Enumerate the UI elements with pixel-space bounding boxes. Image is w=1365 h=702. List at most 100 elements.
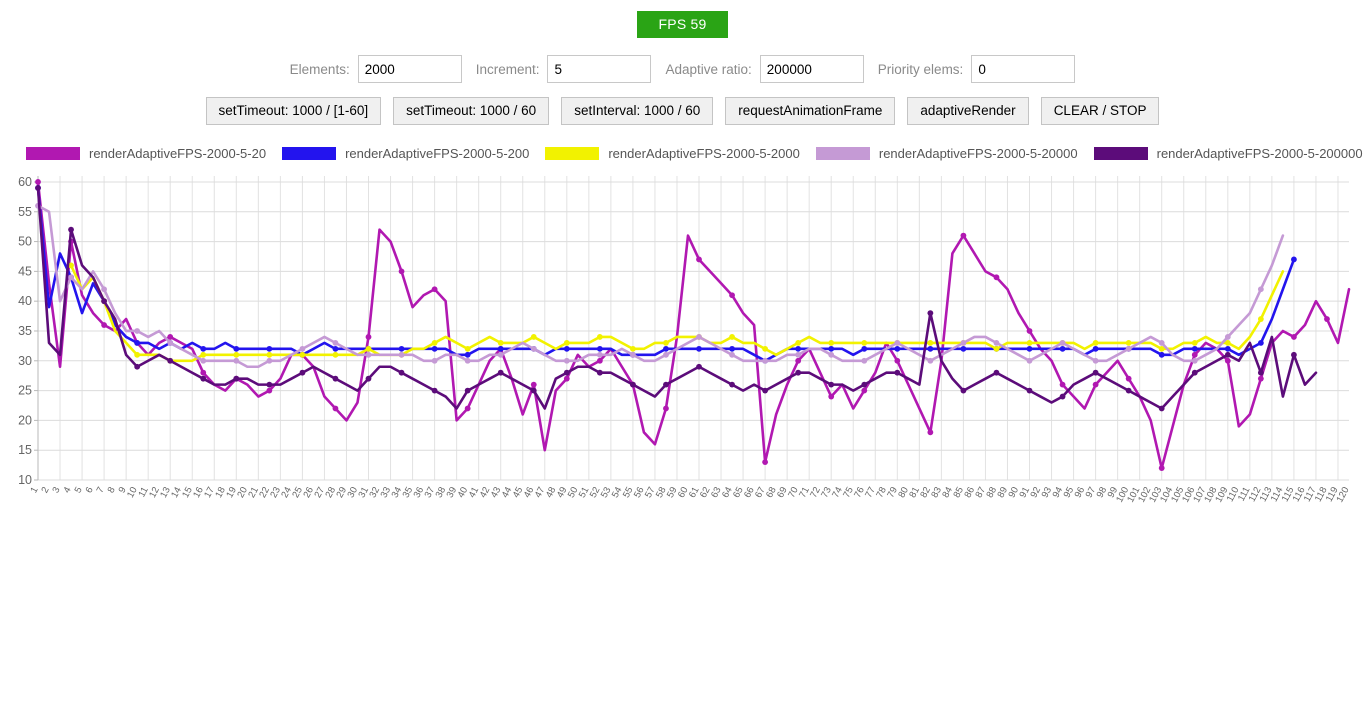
series-point-0	[927, 429, 934, 436]
series-point-2	[596, 334, 603, 340]
series-point-4	[134, 363, 141, 370]
series-point-2	[233, 351, 240, 358]
series-point-4	[1158, 405, 1165, 412]
series-point-0	[1224, 357, 1231, 364]
series-point-0	[828, 393, 835, 400]
series-point-0	[960, 232, 967, 239]
series-point-2	[795, 340, 802, 346]
fps-badge-row: FPS 59	[0, 0, 1365, 38]
series-point-4	[167, 357, 174, 364]
series-point-4	[1026, 387, 1033, 394]
series-point-1	[663, 345, 669, 352]
y-axis-tick-label: 30	[18, 354, 32, 368]
field-elements: Elements:	[290, 55, 462, 83]
legend-item-1[interactable]: renderAdaptiveFPS-2000-5-200	[282, 146, 529, 161]
legend-item-4[interactable]: renderAdaptiveFPS-2000-5-200000	[1093, 146, 1363, 161]
series-point-3	[101, 286, 107, 293]
adaptive-render-button[interactable]: adaptiveRender	[907, 97, 1029, 125]
chart-legend: renderAdaptiveFPS-2000-5-20 renderAdaptiv…	[26, 146, 1363, 161]
series-point-4	[200, 375, 207, 382]
set-timeout-60-button[interactable]: setTimeout: 1000 / 60	[393, 97, 550, 125]
series-point-3	[729, 351, 735, 358]
legend-item-0[interactable]: renderAdaptiveFPS-2000-5-20	[26, 146, 266, 161]
series-point-1	[1059, 345, 1066, 352]
series-line-1	[36, 186, 1296, 363]
y-axis-tick-label: 25	[18, 384, 32, 398]
series-point-2	[927, 340, 934, 346]
series-point-1	[1191, 345, 1198, 352]
field-priority-elems: Priority elems:	[878, 55, 1076, 83]
series-point-2	[861, 340, 868, 346]
series-point-3	[332, 340, 339, 346]
series-point-2	[464, 345, 471, 352]
series-point-1	[1224, 345, 1231, 352]
set-interval-60-button[interactable]: setInterval: 1000 / 60	[561, 97, 714, 125]
series-point-4	[365, 375, 372, 382]
series-point-3	[1125, 345, 1132, 352]
priority-elems-input[interactable]	[971, 55, 1076, 83]
series-point-1	[960, 345, 967, 352]
series-point-3	[1092, 357, 1099, 364]
series-point-0	[1191, 351, 1198, 358]
legend-item-2[interactable]: renderAdaptiveFPS-2000-5-2000	[545, 146, 800, 161]
series-point-3	[134, 328, 141, 334]
series-point-3	[1059, 340, 1066, 346]
series-point-2	[266, 351, 273, 358]
series-point-4	[894, 369, 901, 376]
adaptive-ratio-input[interactable]	[759, 55, 864, 83]
legend-swatch-2	[545, 147, 600, 160]
series-point-4	[1224, 351, 1231, 358]
series-point-4	[1257, 369, 1264, 376]
series-point-2	[1191, 340, 1198, 346]
legend-item-3[interactable]: renderAdaptiveFPS-2000-5-20000	[815, 146, 1078, 161]
series-point-2	[563, 340, 570, 346]
y-axis-tick-label: 60	[18, 175, 32, 189]
series-point-0	[894, 357, 901, 364]
y-axis-tick-label: 55	[18, 205, 32, 219]
series-point-2	[1257, 316, 1264, 322]
clear-stop-button[interactable]: CLEAR / STOP	[1040, 97, 1160, 125]
series-point-1	[861, 345, 868, 352]
series-point-3	[696, 334, 702, 340]
series-point-3	[299, 345, 306, 352]
series-point-1	[431, 345, 438, 352]
series-point-3	[795, 351, 802, 358]
series-point-4	[431, 387, 438, 394]
request-animation-frame-button[interactable]: requestAnimationFrame	[725, 97, 896, 125]
series-point-4	[68, 226, 74, 233]
series-point-1	[828, 345, 835, 352]
y-axis-tick-label: 45	[18, 264, 32, 278]
increment-input[interactable]	[547, 55, 652, 83]
series-point-4	[729, 381, 735, 388]
series-point-4	[960, 387, 967, 394]
series-point-0	[696, 256, 702, 263]
series-point-3	[266, 357, 273, 364]
legend-label-3: renderAdaptiveFPS-2000-5-20000	[878, 146, 1078, 161]
series-point-2	[365, 345, 372, 352]
series-point-4	[464, 387, 471, 394]
series-point-3	[68, 274, 74, 281]
series-point-0	[729, 292, 735, 299]
series-point-0	[431, 286, 438, 293]
series-point-1	[1026, 345, 1033, 352]
set-timeout-range-button[interactable]: setTimeout: 1000 / [1-60]	[205, 97, 382, 125]
series-point-3	[762, 357, 769, 364]
series-point-3	[927, 357, 934, 364]
y-axis-tick-label: 40	[18, 294, 32, 308]
series-point-2	[200, 351, 207, 358]
elements-input[interactable]	[357, 55, 462, 83]
series-point-4	[299, 369, 306, 376]
series-point-0	[1291, 334, 1297, 340]
series-point-0	[332, 405, 339, 412]
series-point-3	[398, 351, 405, 358]
series-point-1	[795, 345, 802, 352]
series-point-2	[729, 334, 735, 340]
y-axis-tick-label: 50	[18, 235, 32, 249]
series-point-0	[795, 357, 802, 364]
series-point-3	[1026, 357, 1033, 364]
series-point-2	[1092, 340, 1099, 346]
series-point-0	[1092, 381, 1099, 388]
legend-label-0: renderAdaptiveFPS-2000-5-20	[89, 146, 267, 161]
legend-label-4: renderAdaptiveFPS-2000-5-200000	[1156, 146, 1363, 161]
series-point-0	[365, 334, 372, 340]
